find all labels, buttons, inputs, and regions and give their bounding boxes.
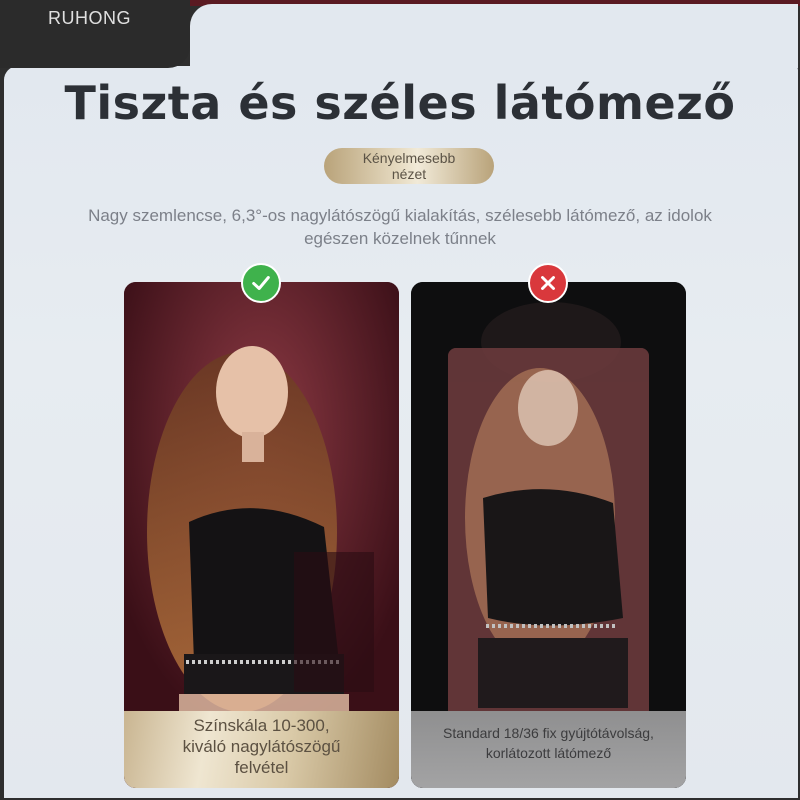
caption-line-1: Standard 18/36 fix gyújtótávolság, [443,725,654,741]
pill-line-2: nézet [391,166,427,182]
wide-view-caption: Színskála 10-300, kiváló nagylátószögű f… [124,711,399,788]
caption-line-2: kiváló nagylátószögű [182,737,341,756]
limited-view-caption: Standard 18/36 fix gyújtótávolság, korlá… [411,711,686,788]
cross-icon-glyph [541,276,555,290]
check-icon [241,263,281,303]
brand-name: RUHONG [48,8,131,28]
subtitle-line-1: Nagy szemlencse, 6,3°-os nagylátószögű k… [88,206,712,225]
caption-line-2: korlátozott látómező [485,745,612,761]
limited-view-card: Standard 18/36 fix gyújtótávolság, korlá… [411,282,686,788]
subtitle-line-2: egészen közelnek tűnnek [304,229,496,248]
caption-line-1: Színskála 10-300, [193,716,330,735]
check-icon-glyph [252,276,270,290]
caption-line-3: felvétel [234,758,289,777]
comfort-pill: Kényelmesebb nézet [324,148,494,184]
pill-line-1: Kényelmesebb [362,150,456,166]
page-corner [190,4,798,68]
wide-view-card: Színskála 10-300, kiváló nagylátószögű f… [124,282,399,788]
subtitle: Nagy szemlencse, 6,3°-os nagylátószögű k… [40,204,760,250]
brand-tab: RUHONG [0,0,190,68]
cross-icon [528,263,568,303]
page-title: Tiszta és széles látómező [64,76,736,130]
